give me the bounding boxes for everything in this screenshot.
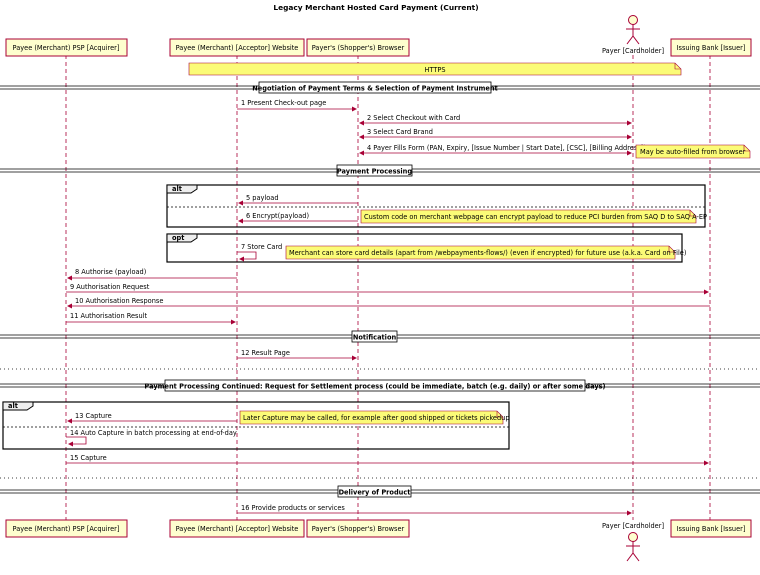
message-2: 2 Select Checkout with Card (359, 114, 632, 126)
svg-text:alt: alt (8, 402, 18, 410)
sequence-diagram: Legacy Merchant Hosted Card Payment (Cur… (0, 3, 760, 562)
svg-text:Merchant can store card detail: Merchant can store card details (apart f… (289, 249, 686, 257)
message-14: 14 Auto Capture in batch processing at e… (66, 429, 237, 447)
message-4: 4 Payer Fills Form (PAN, Expiry, [Issue … (359, 144, 646, 156)
participant-website-bottom: Payee (Merchant) [Acceptor] Website (169, 519, 305, 538)
participant-psp-top: Payee (Merchant) PSP [Acquirer] (5, 38, 128, 57)
section-divider-settlement: Payment Processing Continued: Request fo… (0, 379, 760, 392)
svg-text:15 Capture: 15 Capture (70, 454, 107, 462)
svg-text:HTTPS: HTTPS (424, 66, 445, 74)
message-8: 8 Authorise (payload) (67, 268, 237, 281)
svg-text:Issuing Bank [Issuer]: Issuing Bank [Issuer] (677, 44, 746, 52)
svg-text:14 Auto Capture in batch proce: 14 Auto Capture in batch processing at e… (70, 429, 237, 437)
svg-text:Custom code on merchant webpag: Custom code on merchant webpage can encr… (364, 213, 707, 221)
svg-text:opt: opt (172, 234, 184, 242)
svg-text:Negotiation of Payment Terms &: Negotiation of Payment Terms & Selection… (252, 85, 497, 93)
message-5: 5 payload (238, 194, 358, 206)
svg-text:Payer's (Shopper's) Browser: Payer's (Shopper's) Browser (312, 525, 405, 533)
svg-text:6 Encrypt(payload): 6 Encrypt(payload) (246, 212, 309, 220)
participant-browser-top: Payer's (Shopper's) Browser (306, 38, 410, 57)
svg-text:Later Capture may be called, f: Later Capture may be called, for example… (243, 414, 510, 422)
svg-text:7 Store Card: 7 Store Card (241, 243, 282, 251)
actor-icon (626, 15, 640, 45)
message-11: 11 Authorisation Result (66, 312, 236, 325)
message-16: 16 Provide products or services (237, 504, 632, 516)
svg-text:5 payload: 5 payload (246, 194, 279, 202)
svg-text:9 Authorisation Request: 9 Authorisation Request (70, 283, 150, 291)
note-capture: Later Capture may be called, for example… (239, 410, 510, 425)
svg-text:Payee (Merchant) PSP [Acquirer: Payee (Merchant) PSP [Acquirer] (13, 525, 120, 533)
message-15: 15 Capture (66, 454, 709, 466)
diagram-title: Legacy Merchant Hosted Card Payment (Cur… (273, 3, 478, 12)
participant-bank-top: Issuing Bank [Issuer] (670, 38, 752, 57)
svg-text:13 Capture: 13 Capture (75, 412, 112, 420)
svg-text:Issuing Bank [Issuer]: Issuing Bank [Issuer] (677, 525, 746, 533)
svg-text:11 Authorisation Result: 11 Authorisation Result (70, 312, 148, 320)
svg-text:Payer's (Shopper's) Browser: Payer's (Shopper's) Browser (312, 44, 405, 52)
message-7: 7 Store Card (237, 243, 282, 262)
svg-text:12 Result Page: 12 Result Page (241, 349, 290, 357)
participant-cardholder-bottom: Payer [Cardholder] (602, 522, 664, 562)
svg-text:3 Select Card Brand: 3 Select Card Brand (367, 128, 433, 136)
svg-text:Delivery of Product: Delivery of Product (339, 489, 411, 497)
message-6: 6 Encrypt(payload) (238, 212, 358, 224)
section-divider-delivery: Delivery of Product (0, 485, 760, 498)
section-divider-negotiation: Negotiation of Payment Terms & Selection… (0, 81, 760, 94)
participant-website-top: Payee (Merchant) [Acceptor] Website (169, 38, 305, 57)
svg-text:2 Select Checkout with Card: 2 Select Checkout with Card (367, 114, 460, 122)
svg-text:Payment Processing: Payment Processing (337, 168, 412, 176)
svg-text:8 Authorise (payload): 8 Authorise (payload) (75, 268, 146, 276)
participant-bank-bottom: Issuing Bank [Issuer] (670, 519, 752, 538)
message-3: 3 Select Card Brand (359, 128, 632, 140)
section-divider-processing: Payment Processing (0, 164, 760, 177)
svg-text:Payment Processing Continued:: Payment Processing Continued: Request fo… (144, 383, 605, 391)
svg-text:16 Provide products or service: 16 Provide products or services (241, 504, 345, 512)
svg-text:Payee (Merchant) [Acceptor] We: Payee (Merchant) [Acceptor] Website (176, 525, 299, 533)
note-autofill: May be auto-filled from browser (635, 144, 751, 159)
svg-text:Payee (Merchant) [Acceptor] We: Payee (Merchant) [Acceptor] Website (176, 44, 299, 52)
svg-text:Payer [Cardholder]: Payer [Cardholder] (602, 522, 664, 530)
svg-text:Payee (Merchant) PSP [Acquirer: Payee (Merchant) PSP [Acquirer] (13, 44, 120, 52)
message-9: 9 Authorisation Request (66, 283, 709, 295)
svg-text:Payer [Cardholder]: Payer [Cardholder] (602, 47, 664, 55)
svg-text:May be auto-filled from browse: May be auto-filled from browser (640, 148, 746, 156)
message-1: 1 Present Check-out page (237, 99, 357, 112)
https-note: HTTPS (188, 62, 682, 76)
note-encrypt: Custom code on merchant webpage can encr… (360, 209, 707, 224)
svg-text:4 Payer Fills Form (PAN, Expir: 4 Payer Fills Form (PAN, Expiry, [Issue … (367, 144, 646, 152)
message-12: 12 Result Page (237, 349, 357, 361)
svg-text:1 Present Check-out page: 1 Present Check-out page (241, 99, 326, 107)
section-divider-notification: Notification (0, 330, 760, 343)
svg-text:Notification: Notification (353, 334, 397, 342)
note-store: Merchant can store card details (apart f… (285, 245, 686, 260)
message-10: 10 Authorisation Response (67, 297, 710, 309)
participant-browser-bottom: Payer's (Shopper's) Browser (306, 519, 410, 538)
svg-text:alt: alt (172, 185, 182, 193)
message-13: 13 Capture (67, 412, 237, 424)
fragment-alt-2: alt (2, 401, 510, 450)
participant-cardholder-top: Payer [Cardholder] (602, 15, 664, 55)
actor-icon (626, 532, 640, 562)
svg-text:10 Authorisation Response: 10 Authorisation Response (75, 297, 163, 305)
participant-psp-bottom: Payee (Merchant) PSP [Acquirer] (5, 519, 128, 538)
